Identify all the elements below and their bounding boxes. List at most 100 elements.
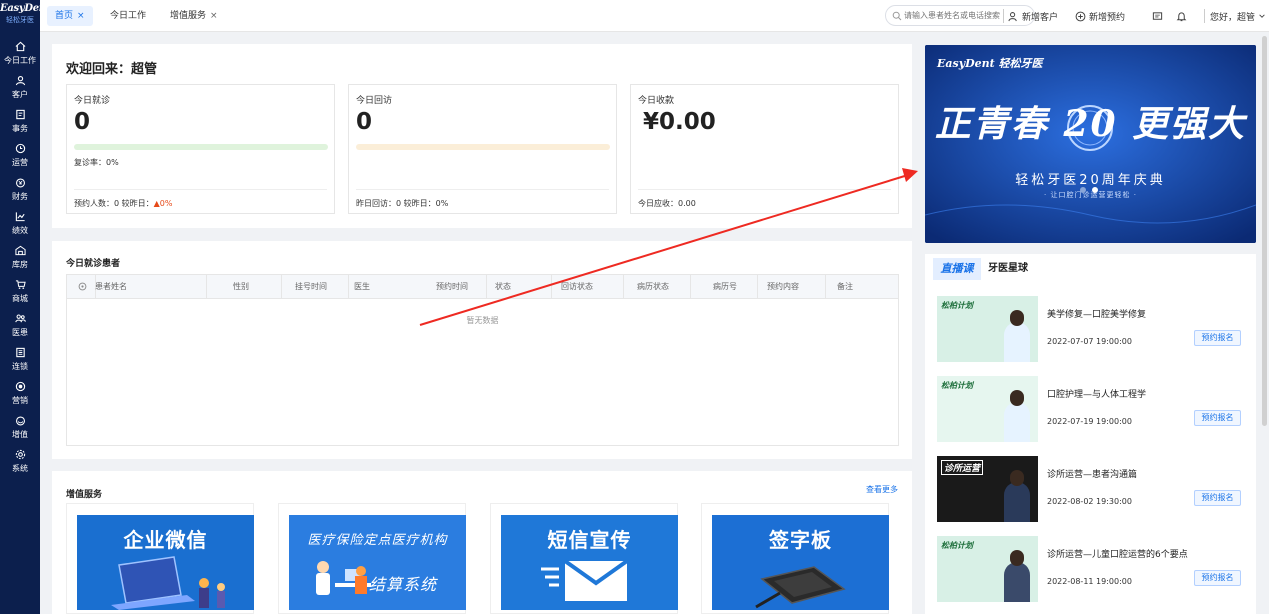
tab-label: 首页 [55, 11, 74, 21]
column-header: 患者姓名 [95, 282, 127, 291]
sidebar-item-finance[interactable]: 财务 [0, 172, 40, 206]
column-settings-icon[interactable] [78, 275, 87, 299]
register-button[interactable]: 预约报名 [1194, 330, 1241, 346]
notifications-button[interactable] [1176, 8, 1190, 24]
close-icon[interactable]: × [210, 11, 218, 21]
cart-icon [13, 279, 27, 291]
service-card-sms[interactable]: 短信宣传 [490, 503, 678, 614]
promo-banner[interactable]: EasyDent 轻松牙医 正青春 20 更强大 轻松牙医20周年庆典 · 让口… [925, 45, 1256, 243]
tab-live-course[interactable]: 直播课 [933, 258, 981, 280]
service-card-medical-insurance[interactable]: 医疗保险定点医疗机构 结算系统 [278, 503, 466, 614]
course-date: 2022-07-19 19:00:00 [1047, 417, 1132, 426]
banner-headline: 正青春 20 更强大 [934, 103, 1247, 145]
course-title: 诊所运营—儿童口腔运营的6个要点 [1047, 550, 1188, 560]
sidebar-item-chain[interactable]: 连锁 [0, 342, 40, 376]
list-item[interactable]: 松柏计划 诊所运营—儿童口腔运营的6个要点 2022-08-11 19:00:0… [937, 536, 1247, 602]
register-button[interactable]: 预约报名 [1194, 410, 1241, 426]
tab-dentist-planet[interactable]: 牙医星球 [988, 258, 1028, 280]
stat-value: ¥0.00 [643, 109, 716, 135]
wallet-icon [13, 177, 27, 189]
course-title: 诊所运营—患者沟通篇 [1047, 470, 1138, 480]
service-card-signature-pad[interactable]: 签字板 [701, 503, 889, 614]
sidebar-item-marketing[interactable]: 营销 [0, 376, 40, 410]
new-appointment-button[interactable]: 新增预约 [1075, 8, 1125, 24]
sidebar-item-customers[interactable]: 客户 [0, 70, 40, 104]
thumbnail-caption: 松柏计划 [941, 301, 973, 310]
user-add-icon [1008, 11, 1017, 21]
divider [356, 189, 609, 190]
laptop-illustration [111, 556, 225, 610]
task-icon [13, 109, 27, 121]
carousel-dot[interactable] [1080, 187, 1086, 193]
service-card-wecom[interactable]: 企业微信 [66, 503, 254, 614]
close-icon[interactable]: × [77, 11, 85, 21]
new-customer-label: 新增客户 [1022, 12, 1059, 23]
tab-home[interactable]: 首页 × [47, 6, 93, 26]
banner-brand: EasyDent 轻松牙医 [937, 57, 1043, 70]
toolbar-divider [1204, 9, 1205, 23]
column-divider [348, 275, 349, 299]
chart-icon [13, 211, 27, 223]
sidebar-item-label: 医患 [12, 327, 28, 337]
greeting-label: 您好，超管 [1210, 12, 1256, 23]
sidebar-item-doctor-patient[interactable]: 医患 [0, 308, 40, 342]
sidebar-item-performance[interactable]: 绩效 [0, 206, 40, 240]
sidebar-item-system[interactable]: 系统 [0, 444, 40, 478]
tab-value-added[interactable]: 增值服务 × [162, 6, 226, 26]
thumbnail-caption: 诊所运营 [941, 460, 984, 475]
sidebar-item-label: 增值 [12, 429, 28, 439]
service-label: 短信宣传 [547, 528, 632, 552]
stat-title: 今日就诊 [74, 96, 111, 106]
user-menu[interactable]: 您好，超管 [1210, 8, 1269, 24]
service-label: 企业微信 [123, 528, 208, 552]
view-more-link[interactable]: 查看更多 [866, 484, 898, 495]
live-course-list: 松柏计划 美学修复—口腔美学修复 2022-07-07 19:00:00 预约报… [925, 284, 1256, 614]
column-divider [206, 275, 207, 299]
course-thumbnail: 诊所运营 [937, 456, 1038, 522]
course-thumbnail: 松柏计划 [937, 536, 1038, 602]
live-section-header: 直播课 牙医星球 [925, 254, 1256, 284]
stat-today-visits: 今日就诊 0 复诊率：0% 预约人数：0 较昨日：▲0% [66, 84, 335, 214]
register-button[interactable]: 预约报名 [1194, 570, 1241, 586]
register-button[interactable]: 预约报名 [1194, 490, 1241, 506]
messages-button[interactable] [1152, 8, 1166, 24]
list-item[interactable]: 松柏计划 口腔护理—与人体工程学 2022-07-19 19:00:00 预约报… [937, 376, 1247, 442]
sidebar-item-today[interactable]: 今日工作 [0, 36, 40, 70]
column-header: 性别 [233, 282, 249, 291]
column-header: 病历状态 [637, 282, 669, 291]
course-date: 2022-08-02 19:30:00 [1047, 497, 1132, 506]
course-thumbnail: 松柏计划 [937, 376, 1038, 442]
thumbnail-caption: 松柏计划 [941, 541, 973, 550]
column-header: 医生 [354, 282, 370, 291]
sidebar-item-mall[interactable]: 商城 [0, 274, 40, 308]
tab-today-work[interactable]: 今日工作 [102, 6, 154, 26]
service-image: 签字板 [712, 515, 889, 610]
stat-title: 今日回访 [356, 96, 393, 106]
followup-progress-bar [356, 144, 610, 150]
divider [74, 189, 327, 190]
divider [638, 189, 891, 190]
stat-value: 0 [74, 109, 91, 135]
stat-footer-text: 预约人数：0 较昨日： [74, 199, 154, 208]
speaker-avatar [1004, 310, 1030, 362]
new-customer-button[interactable]: 新增客户 [1008, 8, 1058, 24]
empty-state: 暂无数据 [466, 316, 499, 325]
sidebar-item-warehouse[interactable]: 库房 [0, 240, 40, 274]
sidebar-item-label: 事务 [12, 123, 28, 133]
app-logo[interactable]: EasyDent 轻松牙医 [0, 0, 50, 36]
sidebar-item-value-added[interactable]: 增值 [0, 410, 40, 444]
column-divider [757, 275, 758, 299]
list-item[interactable]: 松柏计划 美学修复—口腔美学修复 2022-07-07 19:00:00 预约报… [937, 296, 1247, 362]
service-label: 医疗保险定点医疗机构 [307, 533, 448, 548]
people-icon [13, 313, 27, 325]
carousel-dot-active[interactable] [1092, 187, 1098, 193]
patients-title: 今日就诊患者 [66, 259, 121, 269]
sidebar-item-label: 今日工作 [4, 55, 36, 65]
list-item[interactable]: 诊所运营 诊所运营—患者沟通篇 2022-08-02 19:30:00 预约报名 [937, 456, 1247, 522]
home-icon [13, 41, 27, 53]
thumbnail-caption: 松柏计划 [941, 381, 973, 390]
sidebar-item-tasks[interactable]: 事务 [0, 104, 40, 138]
page-scrollbar[interactable] [1262, 36, 1267, 426]
sidebar-item-operations[interactable]: 运营 [0, 138, 40, 172]
gift-icon [13, 415, 27, 427]
